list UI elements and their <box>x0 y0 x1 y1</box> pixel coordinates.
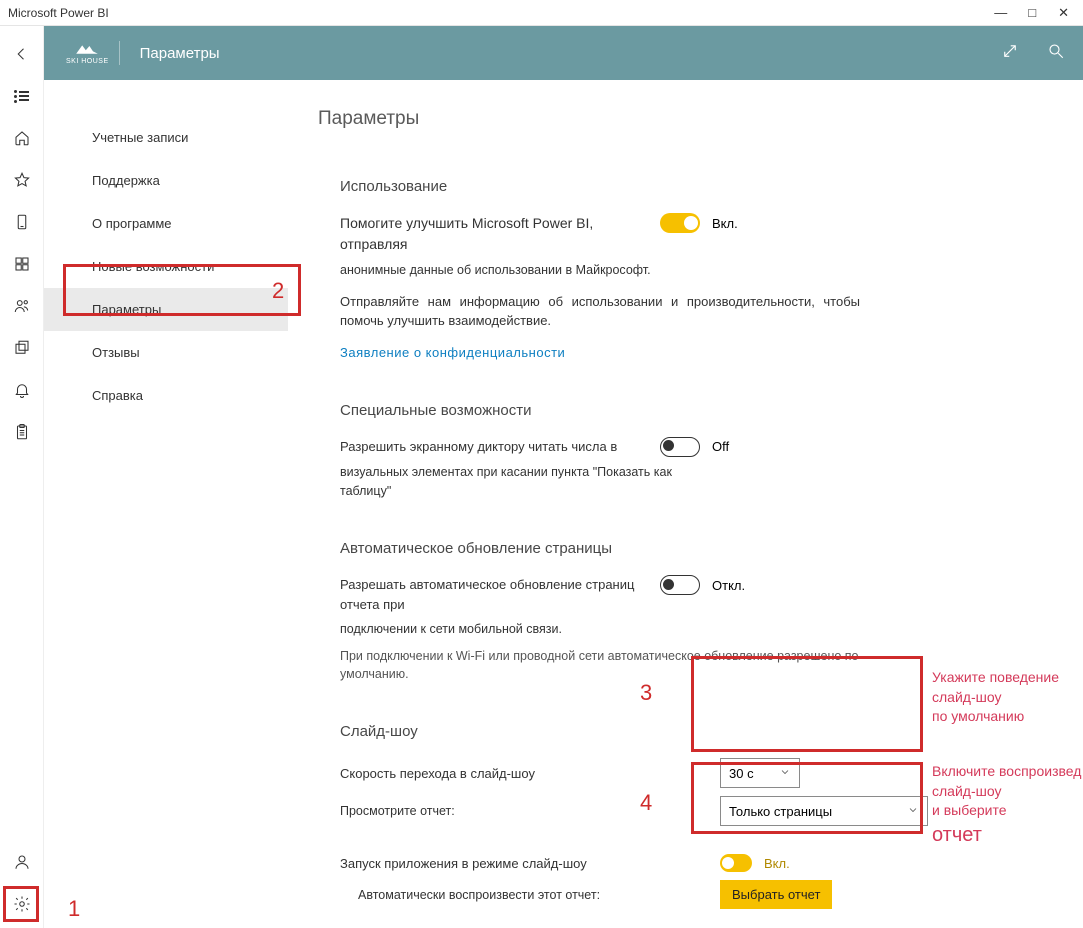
slideshow-launch-toggle[interactable] <box>720 854 752 872</box>
device-icon[interactable] <box>12 212 32 232</box>
page-title: Параметры <box>140 45 1001 62</box>
autorefresh-toggle[interactable] <box>660 575 700 595</box>
usage-sub: анонимные данные об использовании в Майк… <box>340 261 1053 280</box>
slideshow-view-value: Только страницы <box>729 804 832 819</box>
chevron-down-icon <box>779 766 791 781</box>
menu-about[interactable]: О программе <box>44 202 288 245</box>
panel-title: Параметры <box>318 108 1053 130</box>
copies-icon[interactable] <box>12 338 32 358</box>
accessibility-toggle[interactable] <box>660 437 700 457</box>
slideshow-autoplay-label: Автоматически воспроизвести этот отчет: <box>340 888 630 902</box>
usage-help: Отправляйте нам информацию об использова… <box>340 292 860 331</box>
search-icon[interactable] <box>1047 42 1065 65</box>
gear-icon[interactable] <box>12 894 32 914</box>
accessibility-toggle-label: Off <box>712 439 729 454</box>
usage-title: Использование <box>340 178 1053 195</box>
star-icon[interactable] <box>12 170 32 190</box>
slideshow-speed-value: 30 с <box>729 766 754 781</box>
expand-icon[interactable] <box>1001 42 1019 65</box>
autorefresh-title: Автоматическое обновление страницы <box>340 540 1053 557</box>
autorefresh-note: При подключении к Wi-Fi или проводной се… <box>340 647 860 683</box>
accessibility-sub: визуальных элементах при касании пункта … <box>340 463 700 501</box>
menu-feedback[interactable]: Отзывы <box>44 331 288 374</box>
maximize-icon[interactable] <box>1028 5 1036 20</box>
brand-logo: SKI HOUSE <box>56 41 120 65</box>
slideshow-launch-label: Запуск приложения в режиме слайд-шоу <box>340 856 630 871</box>
usage-toggle-label: Вкл. <box>712 216 738 231</box>
accessibility-title: Специальные возможности <box>340 402 1053 419</box>
slideshow-launch-state: Вкл. <box>764 856 790 871</box>
slideshow-speed-dropdown[interactable]: 30 с <box>720 758 800 788</box>
slideshow-view-dropdown[interactable]: Только страницы <box>720 796 928 826</box>
close-icon[interactable] <box>1058 5 1069 21</box>
usage-text: Помогите улучшить Microsoft Power BI, от… <box>340 213 660 255</box>
section-accessibility: Специальные возможности Разрешить экранн… <box>318 402 1053 501</box>
grid-icon[interactable] <box>12 254 32 274</box>
left-icon-rail <box>0 26 44 928</box>
slideshow-speed-label: Скорость перехода в слайд-шоу <box>340 766 630 781</box>
bell-icon[interactable] <box>12 380 32 400</box>
list-icon[interactable] <box>12 86 32 106</box>
back-icon[interactable] <box>12 44 32 64</box>
select-report-button[interactable]: Выбрать отчет <box>720 880 832 909</box>
privacy-link[interactable]: Заявление о конфиденциальности <box>340 345 565 360</box>
menu-whatsnew[interactable]: Новые возможности <box>44 245 288 288</box>
autorefresh-text: Разрешать автоматическое обновление стра… <box>340 575 660 614</box>
window-titlebar: Microsoft Power BI <box>0 0 1083 26</box>
menu-support[interactable]: Поддержка <box>44 159 288 202</box>
people-icon[interactable] <box>12 296 32 316</box>
app-header: SKI HOUSE Параметры <box>44 26 1083 80</box>
usage-toggle[interactable] <box>660 213 700 233</box>
autorefresh-sub: подключении к сети мобильной связи. <box>340 620 1053 639</box>
clipboard-icon[interactable] <box>12 422 32 442</box>
chevron-down-icon <box>907 804 919 819</box>
section-autorefresh: Автоматическое обновление страницы Разре… <box>318 540 1053 683</box>
home-icon[interactable] <box>12 128 32 148</box>
minimize-icon[interactable] <box>994 5 1006 20</box>
settings-panel: Параметры Использование Помогите улучшит… <box>288 80 1083 928</box>
slideshow-view-label: Просмотрите отчет: <box>340 804 630 818</box>
autorefresh-toggle-label: Откл. <box>712 578 745 593</box>
section-usage: Использование Помогите улучшить Microsof… <box>318 178 1053 362</box>
accessibility-text: Разрешить экранному диктору читать числа… <box>340 437 660 457</box>
settings-menu: Учетные записи Поддержка О программе Нов… <box>44 80 288 928</box>
menu-options[interactable]: Параметры <box>44 288 288 331</box>
slideshow-title: Слайд-шоу <box>340 723 1053 740</box>
section-slideshow: Слайд-шоу Скорость перехода в слайд-шоу … <box>318 723 1053 909</box>
menu-accounts[interactable]: Учетные записи <box>44 116 288 159</box>
window-title: Microsoft Power BI <box>8 6 994 20</box>
menu-help[interactable]: Справка <box>44 374 288 417</box>
user-icon[interactable] <box>12 852 32 872</box>
